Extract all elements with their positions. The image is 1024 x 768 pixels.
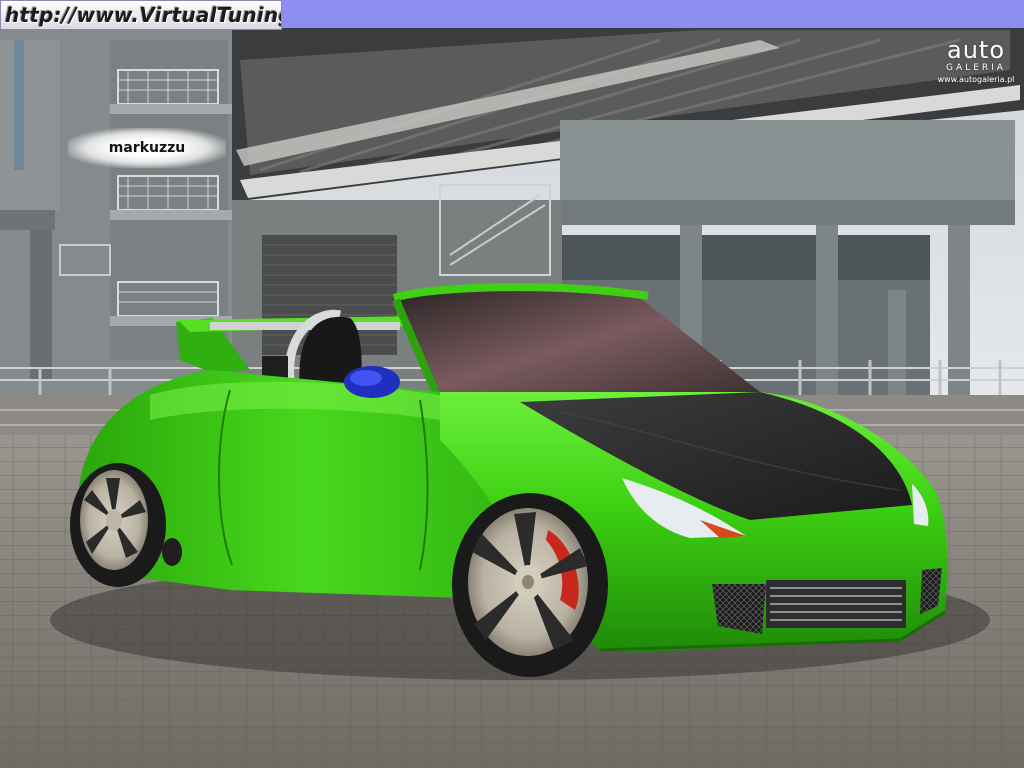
author-name: markuzzu (108, 140, 186, 156)
watermark-url: www.autogaleria.pl (937, 75, 1015, 84)
site-url-banner[interactable]: http://www.VirtualTuning.IT (0, 0, 282, 30)
site-url-text: http://www.VirtualTuning.IT (5, 3, 281, 27)
tuned-green-roadster-photo (0, 28, 1024, 768)
autogaleria-watermark: auto GALERIA www.autogaleria.pl (936, 38, 1016, 90)
watermark-brand-top: auto (946, 36, 1005, 64)
watermark-brand-bottom: GALERIA (946, 63, 1006, 73)
author-signature: markuzzu (68, 128, 226, 168)
